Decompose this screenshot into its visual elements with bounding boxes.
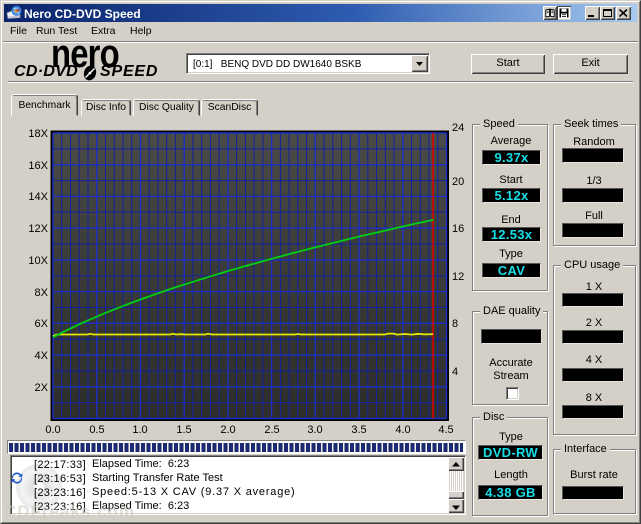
svg-text:2.0: 2.0 <box>220 424 235 436</box>
svg-text:8X: 8X <box>35 287 49 299</box>
svg-text:10X: 10X <box>28 255 48 267</box>
svg-text:4X: 4X <box>35 350 49 362</box>
svg-text:14X: 14X <box>28 191 48 203</box>
svg-text:12X: 12X <box>28 223 48 235</box>
svg-text:4: 4 <box>452 366 458 378</box>
svg-text:4.5: 4.5 <box>438 424 453 436</box>
svg-text:0.5: 0.5 <box>89 424 104 436</box>
svg-text:4.0: 4.0 <box>395 424 410 436</box>
svg-text:24: 24 <box>452 122 464 134</box>
svg-text:6X: 6X <box>35 318 49 330</box>
svg-text:2.5: 2.5 <box>264 424 279 436</box>
svg-text:1.0: 1.0 <box>132 424 147 436</box>
svg-text:0.0: 0.0 <box>45 424 60 436</box>
svg-text:8: 8 <box>452 318 458 330</box>
svg-text:3.5: 3.5 <box>351 424 366 436</box>
svg-text:2X: 2X <box>35 382 49 394</box>
svg-text:3.0: 3.0 <box>307 424 322 436</box>
svg-text:12: 12 <box>452 271 464 283</box>
svg-text:16X: 16X <box>28 160 48 172</box>
svg-text:1.5: 1.5 <box>176 424 191 436</box>
svg-text:18X: 18X <box>28 128 48 140</box>
